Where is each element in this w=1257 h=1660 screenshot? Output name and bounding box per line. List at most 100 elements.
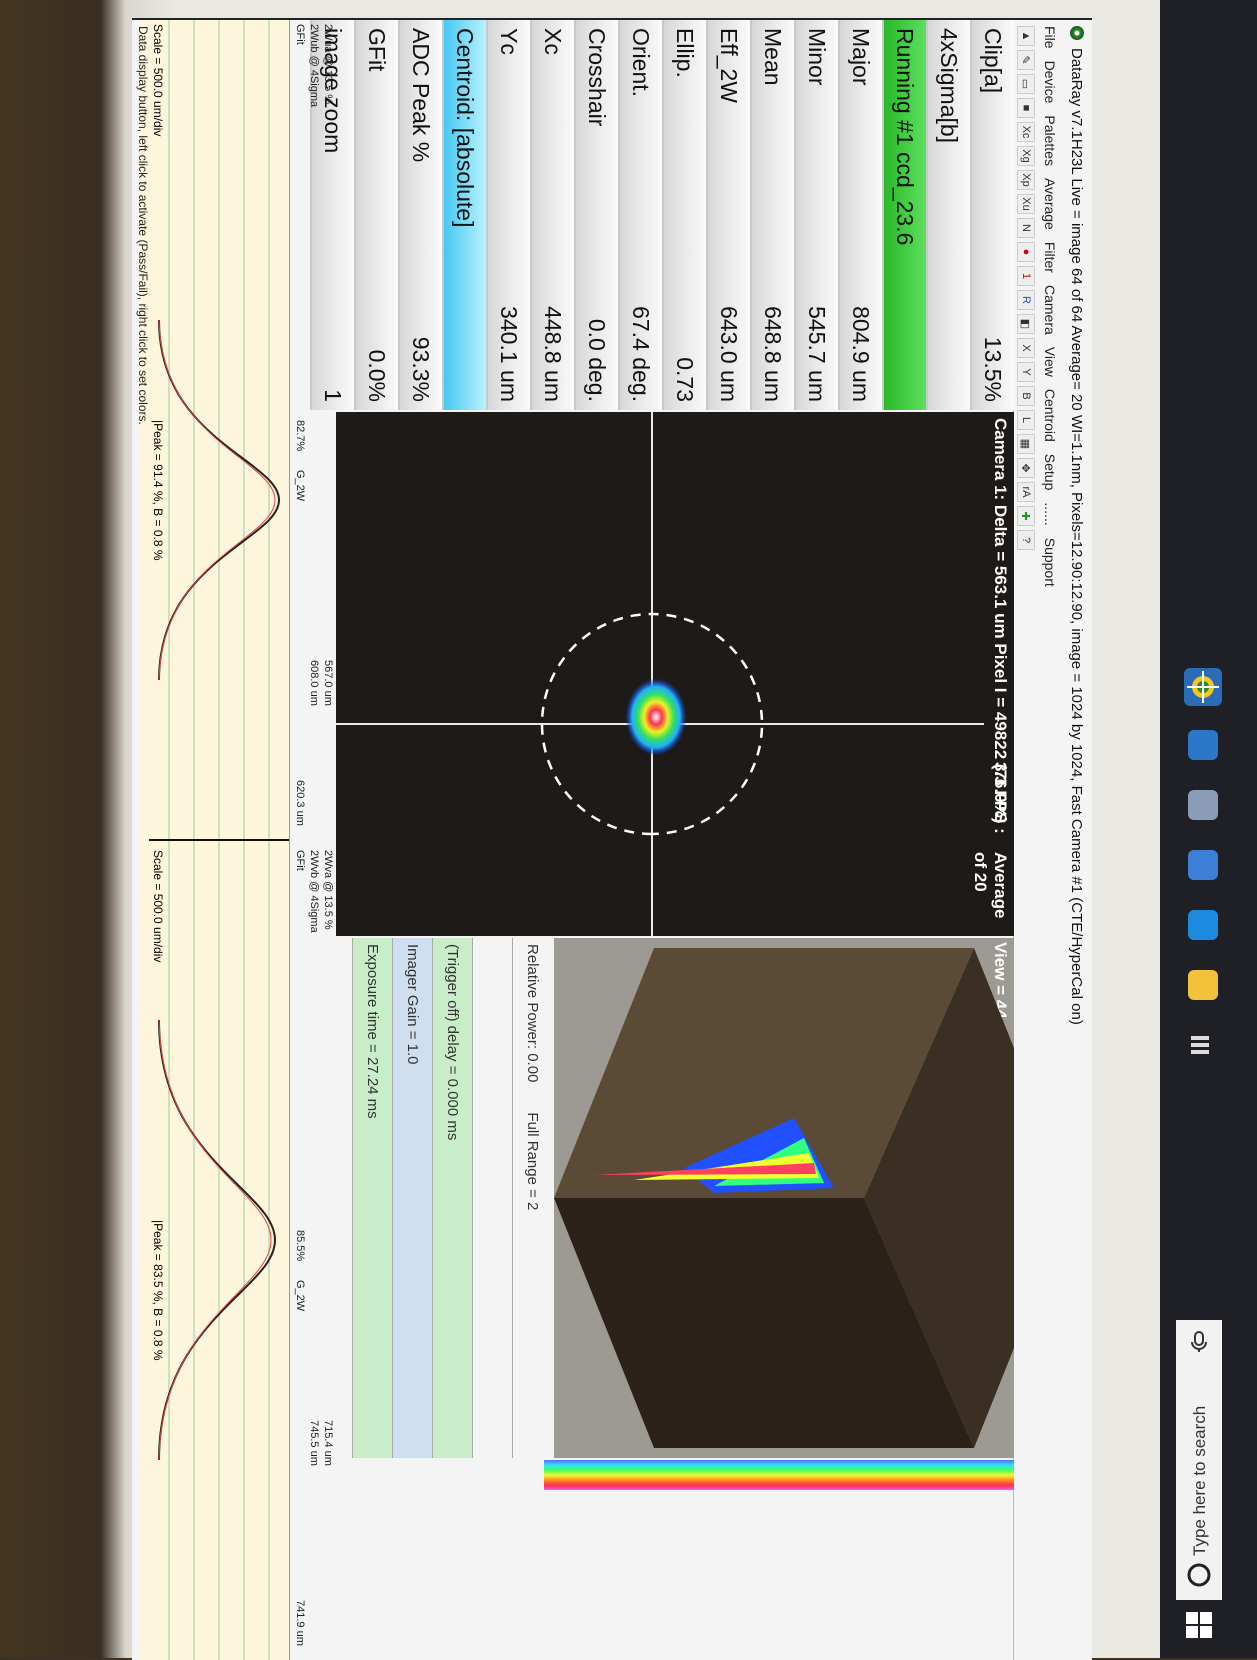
menu-camera[interactable]: Camera [1042, 285, 1058, 335]
stat-label: 2Wua @ 13.5 % [322, 24, 334, 105]
result-row[interactable]: Centroid: [absolute] [442, 20, 486, 410]
plus-icon[interactable]: ✚ [1017, 506, 1035, 526]
toolbar-xc[interactable]: Xc [1017, 122, 1035, 142]
menu-centroid[interactable]: Centroid [1042, 389, 1058, 442]
result-row[interactable]: Xc 448.8 um [530, 20, 574, 410]
result-row[interactable]: Mean 648.8 um [750, 20, 794, 410]
microphone-icon[interactable] [1187, 1330, 1211, 1354]
menu-view[interactable]: View [1042, 347, 1058, 377]
stat-value: 608.0 um [308, 660, 320, 706]
result-label: GFit [364, 28, 391, 72]
menu-file[interactable]: File [1042, 26, 1058, 49]
stat-label: GFit [294, 850, 306, 871]
edge-icon[interactable] [1188, 910, 1218, 940]
result-row[interactable]: Minor 545.7 um [794, 20, 838, 410]
result-row[interactable]: 4xSigma[b] [926, 20, 970, 410]
relative-power: Relative Power: 0.00 [524, 944, 541, 1083]
3d-view[interactable]: View = 44 : Tilt = -43 [554, 938, 1014, 1458]
toolbar: ▲ ✎ ▭ ■ Xc Xg Xp Xu N ● 1 R ◧ X Y B L ▦ … [1013, 20, 1038, 1660]
color-palette-bar[interactable] [544, 1460, 1014, 1490]
toolbar-l[interactable]: L [1017, 410, 1035, 430]
trigger-slider[interactable]: (Trigger off) delay = 0.000 ms [432, 938, 472, 1458]
toolbar-r[interactable]: R [1017, 290, 1035, 310]
result-label: Minor [804, 28, 831, 86]
result-row[interactable]: Running #1 ccd_23.6 [882, 20, 926, 410]
camera-controls: Relative Power: 0.00 Full Range = 2 (Tri… [334, 938, 552, 1458]
stat-mode[interactable]: G_2W [294, 470, 306, 501]
beam-image [336, 412, 984, 936]
left-peak: |Peak = 91.4 %, B = 0.8 % [151, 420, 165, 561]
status-bar: Data display button, left click to activ… [136, 26, 150, 425]
menu-device[interactable]: Device [1042, 61, 1058, 104]
menu-separator: ...... [1042, 502, 1058, 526]
toolbar-xu[interactable]: Xu [1017, 194, 1035, 214]
right-peak: |Peak = 83.5 %, B = 0.8 % [151, 1220, 165, 1361]
menu-palettes[interactable]: Palettes [1042, 115, 1058, 166]
stat-value: 715.4 um [322, 1420, 334, 1466]
result-row[interactable]: Eff_2W 643.0 um [706, 20, 750, 410]
toolbar-x[interactable]: X [1017, 338, 1035, 358]
full-range[interactable]: Full Range = 2 [524, 1112, 541, 1210]
menu-setup[interactable]: Setup [1042, 454, 1058, 491]
arrow-up-icon[interactable]: ▲ [1017, 26, 1035, 46]
stop-icon[interactable]: ● [1017, 242, 1035, 262]
result-label: Centroid: [absolute] [452, 28, 479, 228]
result-label: 4xSigma[b] [936, 28, 963, 144]
result-label: Orient. [628, 28, 655, 98]
toolbar-1[interactable]: 1 [1017, 266, 1035, 286]
result-row[interactable]: GFit 0.0% [354, 20, 398, 410]
result-row[interactable]: Yc 340.1 um [486, 20, 530, 410]
open-folder-icon[interactable]: ▭ [1017, 74, 1035, 94]
help-icon[interactable]: ? [1017, 530, 1035, 550]
camera-icon[interactable]: ◧ [1017, 314, 1035, 334]
result-label: Yc [496, 28, 523, 55]
file-explorer-icon[interactable] [1188, 970, 1218, 1000]
result-label: Ellip. [672, 28, 699, 78]
result-value: 804.9 um [848, 306, 875, 402]
stat-label: 2Wvb @ 4Sigma [308, 850, 320, 933]
profile-plots[interactable]: Scale = 500.0 um/div |Peak = 91.4 %, B =… [139, 20, 290, 1660]
dataray-taskbar-icon[interactable] [1184, 668, 1222, 706]
result-row[interactable]: Ellip. 0.73 [662, 20, 706, 410]
stat-mode[interactable]: G_2W [294, 1280, 306, 1311]
toolbar-ra[interactable]: rA [1017, 482, 1035, 502]
toolbar-xp[interactable]: Xp [1017, 170, 1035, 190]
pencil-icon[interactable]: ✎ [1017, 50, 1035, 70]
app-icon[interactable] [1188, 790, 1218, 820]
exposure-time: Exposure time = 27.24 ms [364, 944, 381, 1119]
taskbar-search[interactable]: Type here to search [1176, 1320, 1222, 1600]
result-value: 0.0% [364, 349, 391, 402]
move-icon[interactable]: ✥ [1017, 458, 1035, 478]
result-row[interactable]: Clip[a] 13.5% [970, 20, 1014, 410]
menu-average[interactable]: Average [1042, 178, 1058, 230]
result-value: 545.7 um [804, 306, 831, 402]
result-value: 67.4 deg. [628, 306, 655, 402]
result-value: 643.0 um [716, 306, 743, 402]
stat-value: 745.5 um [308, 1420, 320, 1466]
gain-slider[interactable]: Imager Gain = 1.0 [392, 938, 432, 1458]
camera-image-view[interactable]: Camera 1: Delta = 563.1 um Pixel I = 498… [336, 412, 1014, 936]
result-row[interactable]: Crosshair 0.0 deg. [574, 20, 618, 410]
taskbar-search-placeholder: Type here to search [1190, 1405, 1209, 1556]
menu-filter[interactable]: Filter [1042, 242, 1058, 273]
grid-icon[interactable]: ▦ [1017, 434, 1035, 454]
dataray-app-icon [1070, 26, 1084, 40]
result-row[interactable]: Orient. 67.4 deg. [618, 20, 662, 410]
toolbar-y[interactable]: Y [1017, 362, 1035, 382]
store-icon[interactable] [1188, 850, 1218, 880]
toolbar-xg[interactable]: Xg [1017, 146, 1035, 166]
task-view-icon[interactable] [1186, 1030, 1214, 1058]
start-button[interactable] [1182, 1608, 1216, 1642]
menu-support[interactable]: Support [1042, 538, 1058, 587]
result-row[interactable]: ADC Peak % 93.3% [398, 20, 442, 410]
blank-row [472, 938, 512, 1458]
save-icon[interactable]: ■ [1017, 98, 1035, 118]
result-row[interactable]: Major 804.9 um [838, 20, 882, 410]
toolbar-b[interactable]: B [1017, 386, 1035, 406]
result-label: Major [848, 28, 875, 86]
photos-icon[interactable] [1188, 730, 1218, 760]
exposure-slider[interactable]: Exposure time = 27.24 ms [352, 938, 392, 1458]
toolbar-n[interactable]: N [1017, 218, 1035, 238]
result-value: 448.8 um [540, 306, 567, 402]
profile-curves [149, 20, 289, 1660]
